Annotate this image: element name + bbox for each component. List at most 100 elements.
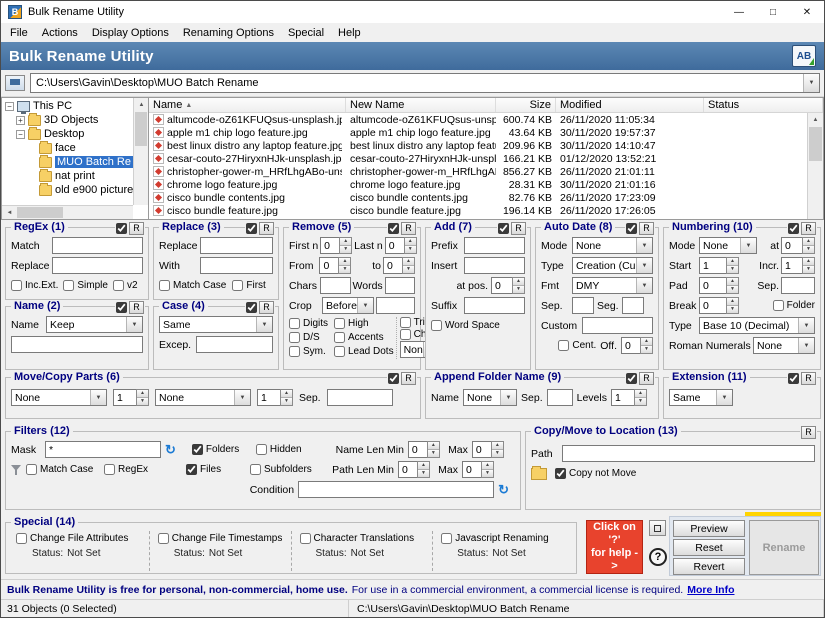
accents-checkbox[interactable]: Accents [334,332,384,343]
date-format-select[interactable]: DMY▼ [572,277,653,294]
condition-input[interactable] [298,481,494,498]
name-reset-button[interactable]: R [129,301,144,314]
cent-checkbox[interactable]: Cent. [558,340,596,351]
date-sep-input[interactable] [572,297,594,314]
filter-match-case-checkbox[interactable]: Match Case [26,464,100,475]
move-copy-enable-checkbox[interactable] [388,373,399,384]
date-custom-input[interactable] [582,317,653,334]
numbering-type-select[interactable]: Base 10 (Decimal)▼ [699,317,815,334]
digits-checkbox[interactable]: Digits [289,318,331,329]
change-file-attributes-checkbox[interactable]: Change File Attributes [16,533,141,544]
menu-item[interactable]: Display Options [85,25,176,41]
move-copy-to-select[interactable]: None▼ [155,389,251,406]
move-copy-from-stepper[interactable]: 1▲▼ [113,389,149,406]
numbering-sep-input[interactable] [781,277,815,294]
files-checkbox[interactable]: Files [186,464,246,475]
tree-item[interactable]: nat print [3,169,133,183]
tree-item-label[interactable]: Desktop [44,128,84,140]
file-row[interactable]: best linux distro any laptop feature.jpg… [149,139,807,152]
hidden-checkbox[interactable]: Hidden [256,444,330,455]
tree-item[interactable]: old e900 picture [3,183,133,197]
revert-button[interactable]: Revert [673,558,745,575]
extension-reset-button[interactable]: R [801,372,816,385]
name-len-min-stepper[interactable]: 0▲▼ [408,441,440,458]
date-mode-select[interactable]: None▼ [572,237,653,254]
close-button[interactable]: ✕ [790,1,824,23]
remove-enable-checkbox[interactable] [388,223,399,234]
add-reset-button[interactable]: R [511,222,526,235]
v2-checkbox[interactable]: v2 [113,280,138,291]
numbering-reset-button[interactable]: R [801,222,816,235]
copy-not-move-checkbox[interactable]: Copy not Move [555,468,636,479]
date-type-select[interactable]: Creation (Curr▼ [572,257,653,274]
auto-date-enable-checkbox[interactable] [626,223,637,234]
move-copy-reset-button[interactable]: R [401,372,416,385]
column-header-modified[interactable]: Modified [556,98,704,112]
case-enable-checkbox[interactable] [246,302,257,313]
extension-enable-checkbox[interactable] [788,373,799,384]
file-row[interactable]: cisco bundle feature.jpg cisco bundle fe… [149,204,807,217]
tree-item[interactable]: face [3,141,133,155]
match-case-checkbox[interactable]: Match Case [159,280,226,291]
address-path[interactable]: C:\Users\Gavin\Desktop\MUO Batch Rename [31,77,803,89]
inc-ext-checkbox[interactable]: Inc.Ext. [11,280,58,291]
tree-item[interactable]: + 3D Objects [3,113,133,127]
replace-enable-checkbox[interactable] [246,223,257,234]
subfolders-checkbox[interactable]: Subfolders [250,464,324,475]
list-vertical-scrollbar[interactable]: ▲ [807,113,823,219]
menu-item[interactable]: Help [331,25,368,41]
scrollbar-thumb[interactable] [135,112,147,146]
numbering-enable-checkbox[interactable] [788,223,799,234]
minimize-button[interactable]: — [722,1,756,23]
destination-path-input[interactable] [562,445,815,462]
tree-item-label[interactable]: This PC [33,100,72,112]
more-info-link[interactable]: More Info [687,584,734,596]
refresh-icon[interactable]: ↻ [165,443,176,456]
tree-item-label[interactable]: 3D Objects [44,114,98,126]
mask-input[interactable] [45,441,161,458]
tree-item-label[interactable]: old e900 picture [55,184,133,196]
auto-date-reset-button[interactable]: R [639,222,654,235]
case-mode-select[interactable]: Same▼ [159,316,273,333]
menu-item[interactable]: File [3,25,35,41]
rename-button[interactable]: Rename [749,520,819,575]
path-len-max-stepper[interactable]: 0▲▼ [462,461,494,478]
character-translations-checkbox[interactable]: Character Translations [300,533,425,544]
remove-chars-input[interactable] [320,277,350,294]
regex-replace-input[interactable] [52,257,143,274]
date-seg-input[interactable] [622,297,644,314]
preview-button[interactable]: Preview [673,520,745,537]
tree-item-label[interactable]: MUO Batch Re [55,156,133,168]
scroll-left-icon[interactable]: ◄ [2,206,17,220]
to-stepper[interactable]: 0▲▼ [383,257,415,274]
with-input[interactable] [200,257,273,274]
prefix-input[interactable] [464,237,525,254]
browse-folder-icon[interactable] [531,468,547,480]
append-folder-name-select[interactable]: None▼ [463,389,517,406]
remove-reset-button[interactable]: R [401,222,416,235]
reset-button[interactable]: Reset [673,539,745,556]
column-header-name[interactable]: Name▲ [149,98,346,112]
at-pos-stepper[interactable]: 0▲▼ [491,277,525,294]
menu-item[interactable]: Actions [35,25,85,41]
tree-item[interactable]: − Desktop [3,127,133,141]
file-row[interactable]: apple m1 chip logo feature.jpg apple m1 … [149,126,807,139]
roman-numerals-select[interactable]: None▼ [753,337,815,354]
maximize-button[interactable]: □ [756,1,790,23]
add-enable-checkbox[interactable] [498,223,509,234]
append-folder-enable-checkbox[interactable] [626,373,637,384]
insert-input[interactable] [464,257,525,274]
regex-match-input[interactable] [52,237,143,254]
help-button[interactable]: Click on '?' for help -> [586,520,643,574]
name-len-max-stepper[interactable]: 0▲▼ [472,441,504,458]
file-row[interactable]: chrome logo feature.jpg chrome logo feat… [149,178,807,191]
path-len-min-stepper[interactable]: 0▲▼ [398,461,430,478]
menu-item[interactable]: Renaming Options [176,25,281,41]
sym-checkbox[interactable]: Sym. [289,346,331,357]
scrollbar-thumb[interactable] [809,127,822,161]
append-folder-reset-button[interactable]: R [639,372,654,385]
word-space-checkbox[interactable]: Word Space [431,320,500,331]
append-folder-sep-input[interactable] [547,389,573,406]
numbering-pad-stepper[interactable]: 0▲▼ [699,277,739,294]
file-row[interactable]: cesar-couto-27HiryxnHJk-unsplash.jpg ces… [149,152,807,165]
